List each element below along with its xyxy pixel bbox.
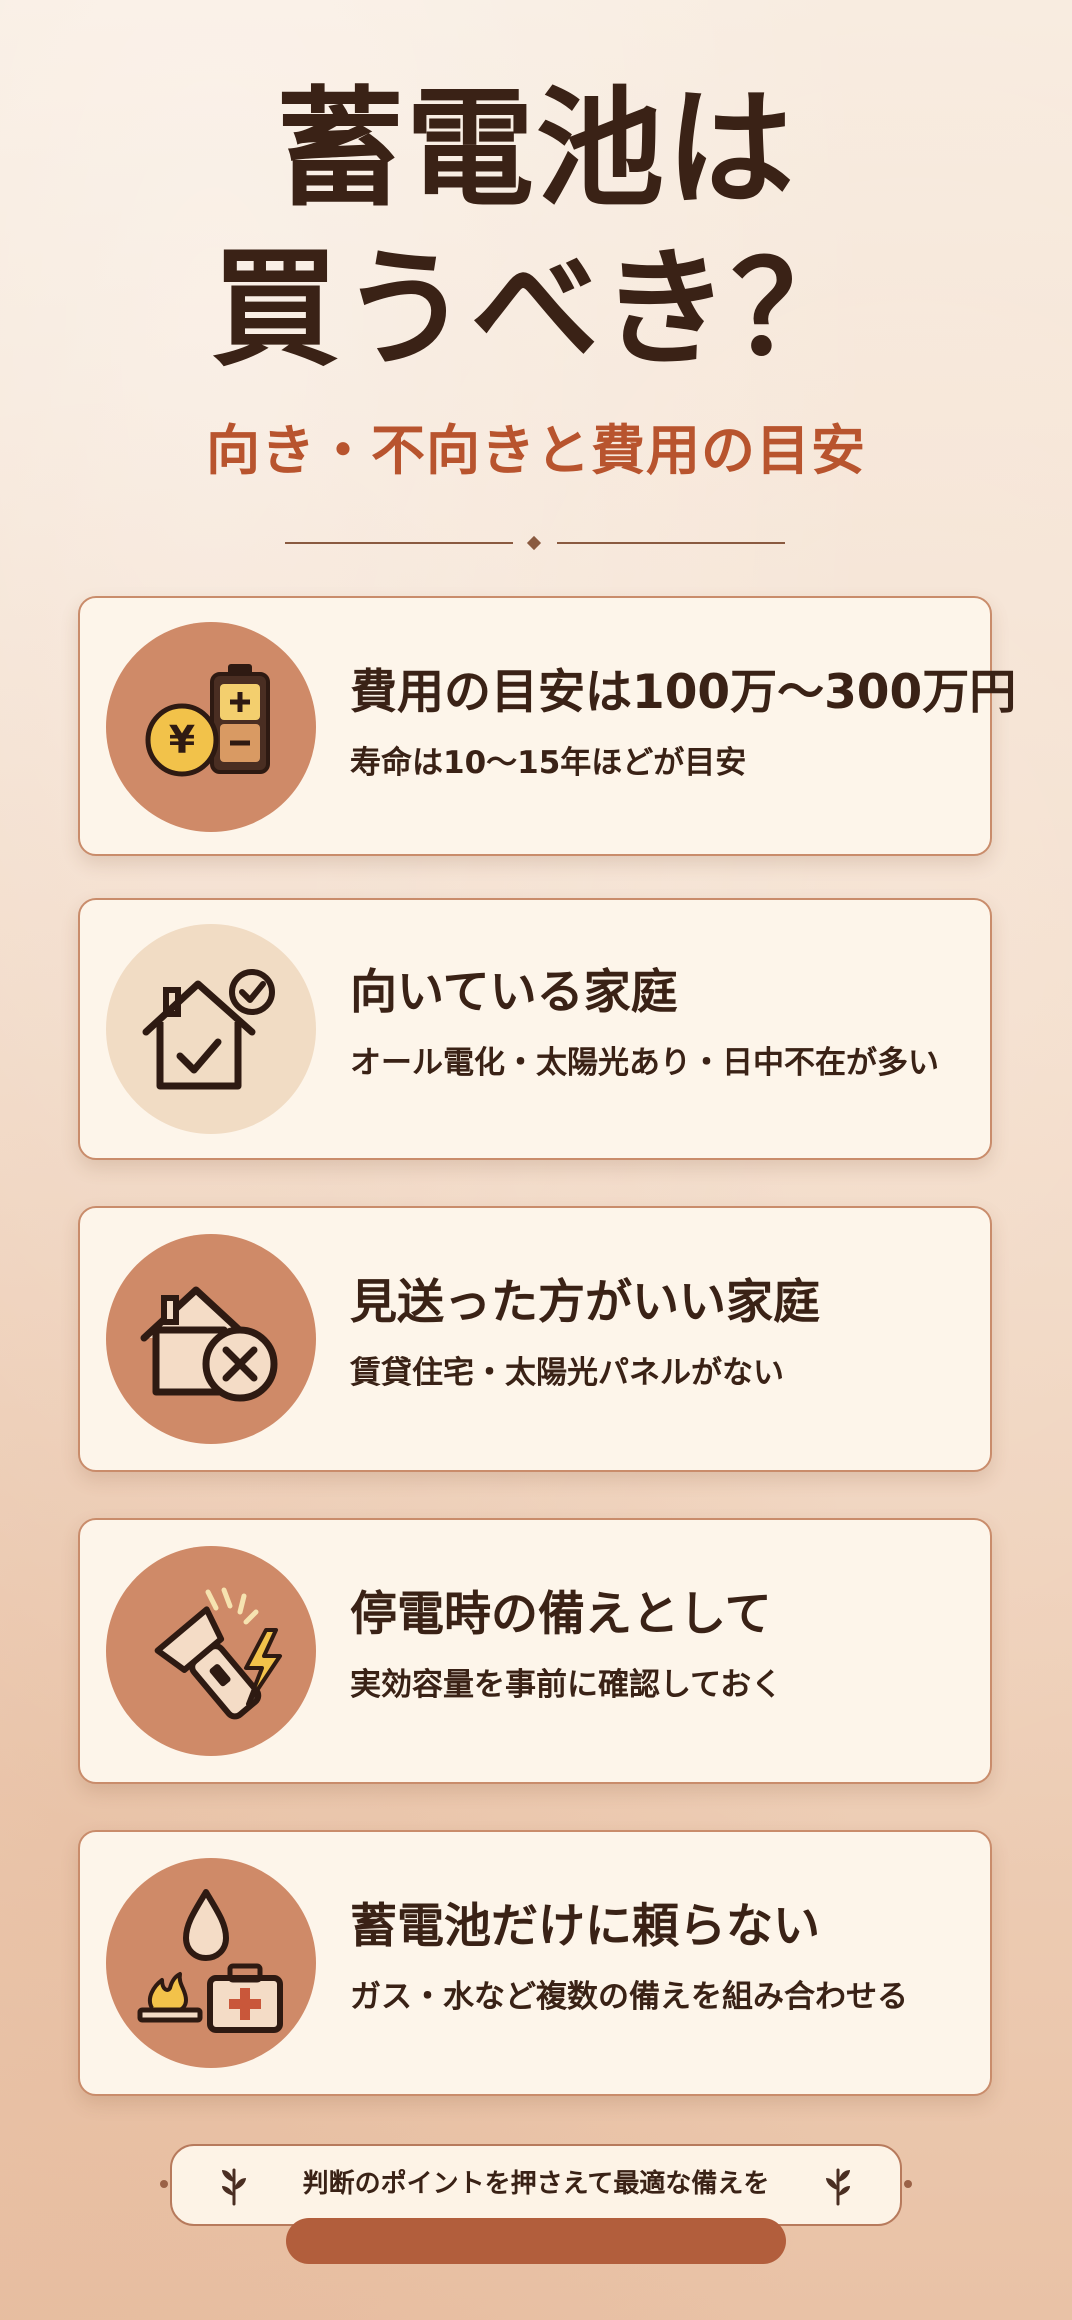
footer-banner: 判断のポイントを押さえて最適な備えを [170, 2144, 902, 2226]
card-unsuitable-households: 見送った方がいい家庭 賃貸住宅・太陽光パネルがない [78, 1206, 992, 1472]
card-description: 賃貸住宅・太陽光パネルがない [350, 1355, 784, 1391]
card-title: 向いている家庭 [350, 965, 678, 1020]
house-cross-icon [106, 1234, 316, 1444]
footer-dot-right [904, 2180, 912, 2188]
water-stove-firstaid-icon [106, 1858, 316, 2068]
ornamental-divider [285, 535, 785, 551]
card-description: ガス・水など複数の備えを組み合わせる [350, 1979, 908, 2015]
card-title: 見送った方がいい家庭 [350, 1275, 820, 1330]
flashlight-lightning-icon [106, 1546, 316, 1756]
card-title: 蓄電池だけに頼らない [350, 1899, 820, 1954]
house-check-icon [106, 924, 316, 1134]
page-subtitle: 向き・不向きと費用の目安 [206, 419, 866, 482]
footer-dot-left [160, 2180, 168, 2188]
card-suitable-households: 向いている家庭 オール電化・太陽光あり・日中不在が多い [78, 898, 992, 1160]
page-title-line-2: 買うべき？ [210, 235, 861, 384]
divider-line-left [285, 542, 513, 544]
card-description: オール電化・太陽光あり・日中不在が多い [350, 1045, 939, 1081]
footer-decorative-bar [286, 2218, 786, 2264]
card-text: 見送った方がいい家庭 賃貸住宅・太陽光パネルがない [350, 1272, 970, 1394]
card-title: 費用の目安は100万〜300万円 [350, 665, 1017, 720]
card-text: 蓄電池だけに頼らない ガス・水など複数の備えを組み合わせる [350, 1896, 970, 2018]
leaf-ornament-icon [826, 2168, 850, 2206]
card-description: 実効容量を事前に確認しておく [350, 1667, 783, 1703]
svg-text:¥: ¥ [169, 718, 195, 762]
card-text: 向いている家庭 オール電化・太陽光あり・日中不在が多い [350, 962, 970, 1084]
card-text: 停電時の備えとして 実効容量を事前に確認しておく [350, 1584, 970, 1706]
divider-line-right [557, 542, 785, 544]
card-title: 停電時の備えとして [350, 1587, 772, 1642]
page-title-line-1: 蓄電池は [275, 75, 796, 224]
divider-diamond [526, 535, 542, 551]
footer-text: 判断のポイントを押さえて最適な備えを [302, 2169, 770, 2199]
card-cost: ¥ 費用の目安は100万〜300万円 寿命は10〜15年ほどが目安 [78, 596, 1017, 856]
card-multiple-preparations: 蓄電池だけに頼らない ガス・水など複数の備えを組み合わせる [78, 1830, 992, 2096]
page-header: 蓄電池は 買うべき？ 向き・不向きと費用の目安 [0, 70, 1072, 486]
card-description: 寿命は10〜15年ほどが目安 [350, 745, 747, 781]
card-power-outage: 停電時の備えとして 実効容量を事前に確認しておく [78, 1518, 992, 1784]
card-text: 費用の目安は100万〜300万円 寿命は10〜15年ほどが目安 [350, 662, 1017, 784]
yen-coin-battery-icon: ¥ [106, 622, 316, 832]
